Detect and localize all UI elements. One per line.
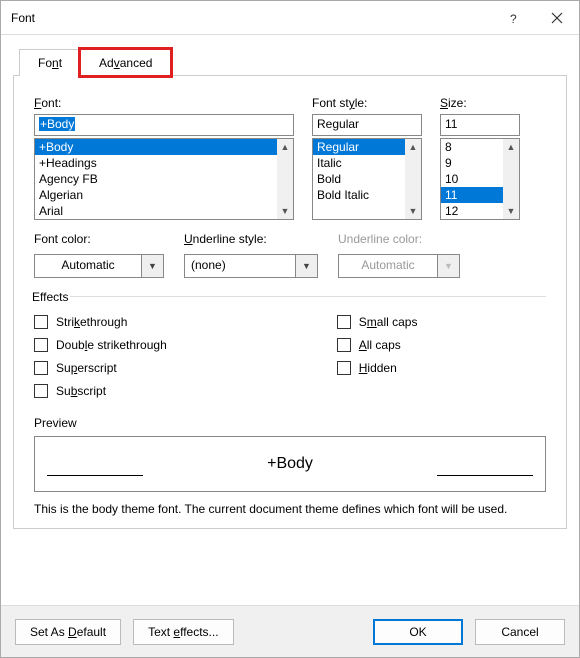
svg-text:?: ? bbox=[510, 12, 517, 24]
scroll-up-icon[interactable]: ▲ bbox=[277, 139, 293, 155]
list-item[interactable]: Agency FB bbox=[35, 171, 277, 187]
help-button[interactable]: ? bbox=[491, 1, 535, 35]
text-effects-button[interactable]: Text effects... bbox=[133, 619, 234, 645]
scrollbar[interactable]: ▲ ▼ bbox=[503, 139, 519, 219]
preview-underline-left bbox=[47, 475, 143, 476]
chevron-down-icon: ▼ bbox=[438, 254, 460, 278]
scroll-up-icon[interactable]: ▲ bbox=[503, 139, 519, 155]
list-item[interactable]: 9 bbox=[441, 155, 503, 171]
font-listbox[interactable]: +Body +Headings Agency FB Algerian Arial… bbox=[34, 138, 294, 220]
list-item[interactable]: Arial bbox=[35, 203, 277, 219]
effects-group-label: Effects bbox=[30, 290, 70, 304]
tab-strip: Font Advanced bbox=[19, 49, 579, 76]
ok-button[interactable]: OK bbox=[373, 619, 463, 645]
tab-advanced[interactable]: Advanced bbox=[80, 49, 171, 76]
preview-label: Preview bbox=[34, 416, 546, 430]
preview-description: This is the body theme font. The current… bbox=[34, 502, 546, 516]
double-strikethrough-checkbox[interactable]: Double strikethrough bbox=[34, 338, 167, 352]
list-item[interactable]: +Body bbox=[35, 139, 277, 155]
close-icon bbox=[551, 12, 563, 24]
scroll-down-icon[interactable]: ▼ bbox=[405, 203, 421, 219]
underlinestyle-label: Underline style: bbox=[184, 232, 318, 246]
set-as-default-button[interactable]: Set As Default bbox=[15, 619, 121, 645]
list-item[interactable]: Italic bbox=[313, 155, 405, 171]
list-item[interactable]: Bold bbox=[313, 171, 405, 187]
scrollbar[interactable]: ▲ ▼ bbox=[405, 139, 421, 219]
tab-font[interactable]: Font bbox=[19, 49, 81, 76]
titlebar: Font ? bbox=[1, 1, 579, 35]
font-input[interactable]: +Body bbox=[34, 114, 294, 136]
size-label: Size: bbox=[440, 96, 520, 110]
scroll-up-icon[interactable]: ▲ bbox=[405, 139, 421, 155]
font-label: Font: bbox=[34, 96, 294, 110]
underlinestyle-dropdown[interactable]: (none) ▼ bbox=[184, 254, 318, 278]
dialog-title: Font bbox=[11, 11, 491, 25]
help-icon: ? bbox=[507, 12, 519, 24]
chevron-down-icon[interactable]: ▼ bbox=[142, 254, 164, 278]
list-item[interactable]: Algerian bbox=[35, 187, 277, 203]
close-button[interactable] bbox=[535, 1, 579, 35]
cancel-button[interactable]: Cancel bbox=[475, 619, 565, 645]
list-item[interactable]: Bold Italic bbox=[313, 187, 405, 203]
smallcaps-checkbox[interactable]: Small caps bbox=[337, 315, 418, 329]
hidden-checkbox[interactable]: Hidden bbox=[337, 361, 418, 375]
preview-box: +Body bbox=[34, 436, 546, 492]
scroll-down-icon[interactable]: ▼ bbox=[503, 203, 519, 219]
allcaps-checkbox[interactable]: All caps bbox=[337, 338, 418, 352]
scrollbar[interactable]: ▲ ▼ bbox=[277, 139, 293, 219]
size-listbox[interactable]: 8 9 10 11 12 ▲ ▼ bbox=[440, 138, 520, 220]
list-item[interactable]: Regular bbox=[313, 139, 405, 155]
strikethrough-checkbox[interactable]: Strikethrough bbox=[34, 315, 167, 329]
fontcolor-dropdown[interactable]: Automatic ▼ bbox=[34, 254, 164, 278]
fontstyle-input[interactable]: Regular bbox=[312, 114, 422, 136]
dialog-footer: Set As Default Text effects... OK Cancel bbox=[1, 605, 579, 657]
font-dialog: Font ? Font Advanced Font: +Body +Body +… bbox=[0, 0, 580, 658]
scroll-down-icon[interactable]: ▼ bbox=[277, 203, 293, 219]
underlinecolor-label: Underline color: bbox=[338, 232, 460, 246]
tab-panel-font: Font: +Body +Body +Headings Agency FB Al… bbox=[13, 75, 567, 529]
fontstyle-label: Font style: bbox=[312, 96, 422, 110]
fontstyle-listbox[interactable]: Regular Italic Bold Bold Italic ▲ ▼ bbox=[312, 138, 422, 220]
preview-text: +Body bbox=[267, 455, 313, 473]
list-item[interactable]: 12 bbox=[441, 203, 503, 219]
superscript-checkbox[interactable]: Superscript bbox=[34, 361, 167, 375]
list-item[interactable]: 10 bbox=[441, 171, 503, 187]
size-input[interactable]: 11 bbox=[440, 114, 520, 136]
list-item[interactable]: +Headings bbox=[35, 155, 277, 171]
subscript-checkbox[interactable]: Subscript bbox=[34, 384, 167, 398]
fontcolor-label: Font color: bbox=[34, 232, 164, 246]
chevron-down-icon[interactable]: ▼ bbox=[296, 254, 318, 278]
list-item[interactable]: 11 bbox=[441, 187, 503, 203]
preview-underline-right bbox=[437, 475, 533, 476]
underlinecolor-dropdown: Automatic ▼ bbox=[338, 254, 460, 278]
list-item[interactable]: 8 bbox=[441, 139, 503, 155]
